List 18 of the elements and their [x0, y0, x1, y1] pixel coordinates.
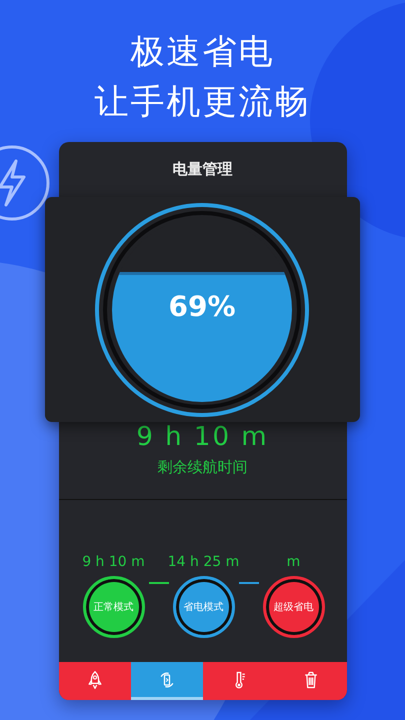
mode-time: m	[286, 554, 300, 570]
mode-button[interactable]: 超级省电	[262, 576, 324, 638]
connector-line	[148, 582, 168, 584]
headline-text: 让手机更流畅	[94, 81, 310, 124]
mode-time: 14 h 25 m	[168, 554, 240, 570]
remaining-time: 9 h 10 m	[136, 422, 269, 452]
remaining-label: 剩余续航时间	[158, 458, 248, 477]
battery-percent: 69%	[167, 290, 237, 322]
mode-button[interactable]: 省电模式	[172, 576, 234, 638]
tab[interactable]	[274, 662, 346, 700]
mode-time: 9 h 10 m	[82, 554, 145, 570]
tab[interactable]	[202, 662, 274, 700]
headline-text: 极速省电	[130, 31, 274, 74]
mode-button[interactable]: 正常模式	[82, 576, 144, 638]
screen-title: 电量管理	[172, 159, 234, 180]
connector-line	[238, 582, 258, 584]
tab[interactable]	[130, 662, 202, 700]
tab[interactable]	[58, 662, 130, 700]
